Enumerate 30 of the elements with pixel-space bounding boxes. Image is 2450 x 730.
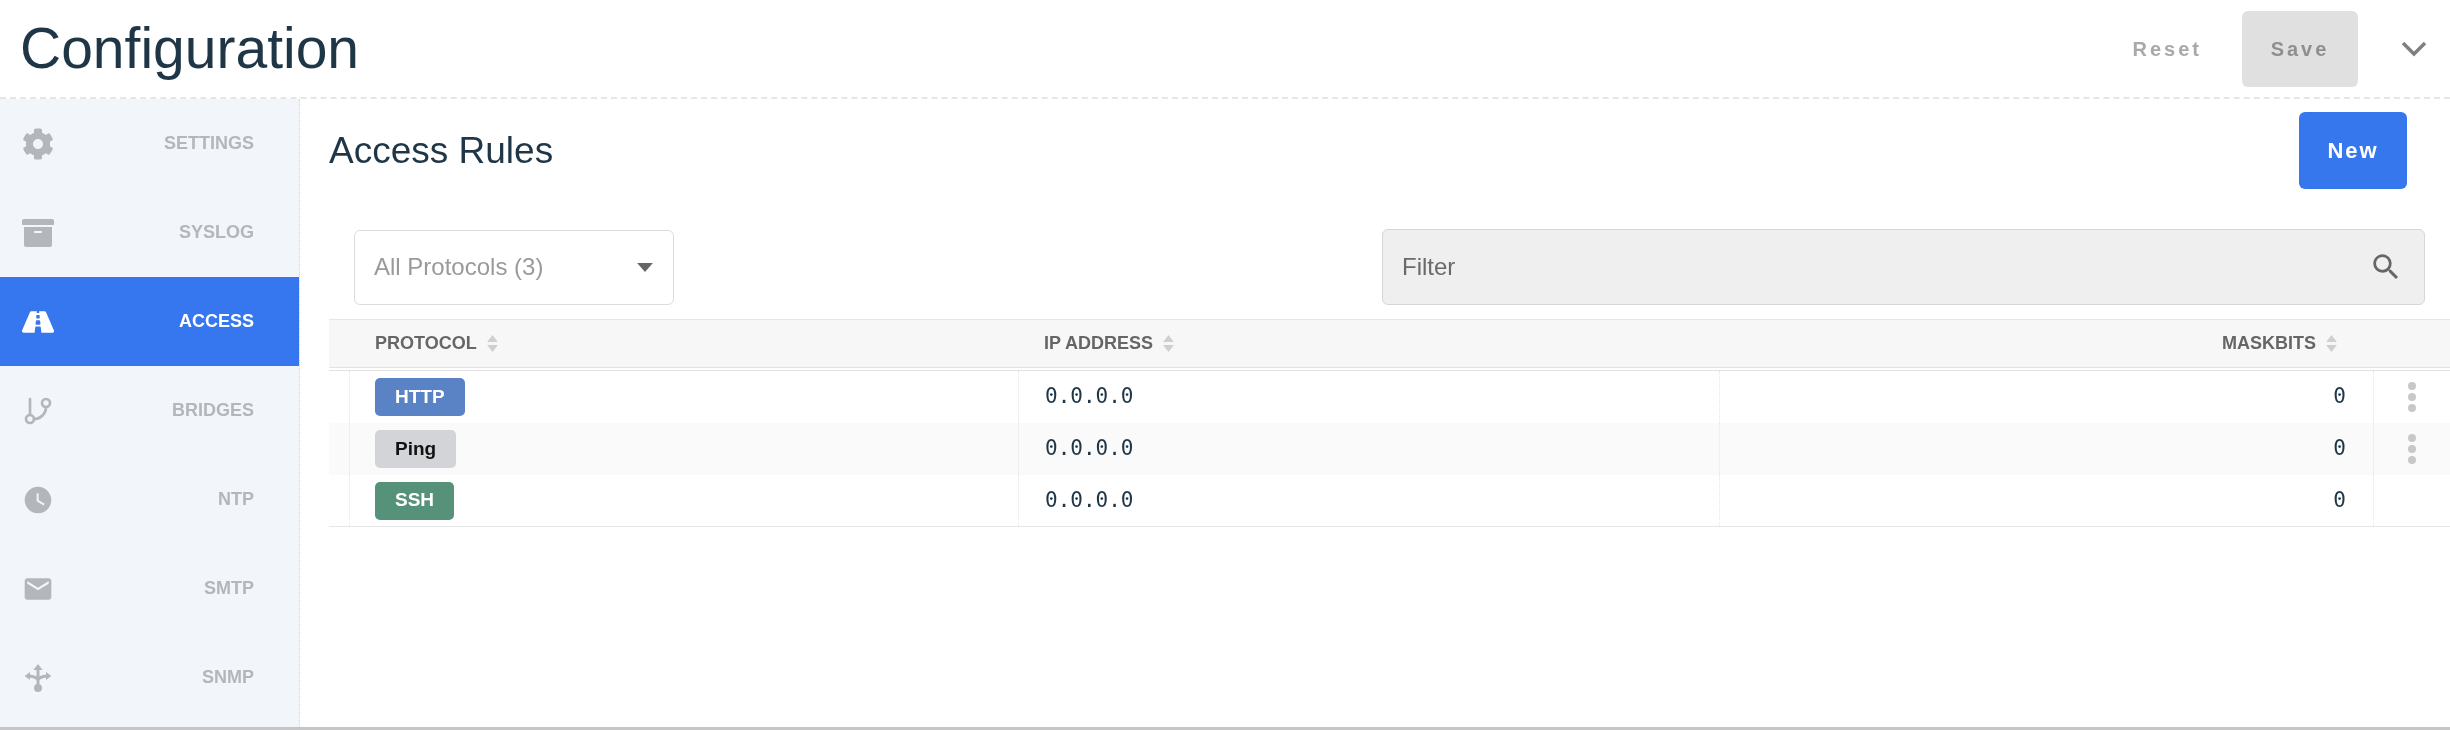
sidebar-item[interactable]: SETTINGS [0,99,299,188]
sort-icon [486,335,498,352]
protocol-select[interactable]: All Protocols (3) [354,229,674,305]
chevron-down-icon[interactable] [2401,40,2427,57]
sidebar-item[interactable]: NTP [0,455,299,544]
maskbits-text: 0 [2333,435,2346,463]
sort-icon [2326,335,2337,352]
maskbits-text: 0 [2333,486,2346,514]
sidebar-item[interactable]: ACCESS [0,277,299,366]
ip-address-text: 0.0.0.0 [1045,486,1134,514]
section-title: Access Rules [329,128,554,173]
protocol-tag: HTTP [375,378,465,416]
gear-icon [22,127,54,160]
ip-address-text: 0.0.0.0 [1045,435,1134,463]
sidebar-item[interactable]: SYSLOG [0,188,299,277]
sidebar-item[interactable]: SNMP [0,633,299,722]
sidebar-item[interactable]: BRIDGES [0,366,299,455]
column-header[interactable]: PROTOCOL [375,330,498,357]
filter-field[interactable]: Filter [1382,229,2425,305]
column-header[interactable]: MASKBITS [2222,330,2337,357]
new-button[interactable]: New [2299,112,2407,189]
maskbits-text: 0 [2333,383,2346,411]
protocol-tag: Ping [375,430,457,468]
sidebar-item[interactable]: SMTP [0,544,299,633]
ip-address-text: 0.0.0.0 [1045,383,1134,411]
sort-icon [1163,335,1175,352]
caret-down-icon [637,262,653,272]
protocol-tag: SSH [375,481,455,520]
column-header[interactable]: IP ADDRESS [1044,330,1175,357]
archive-box-icon [22,216,54,249]
